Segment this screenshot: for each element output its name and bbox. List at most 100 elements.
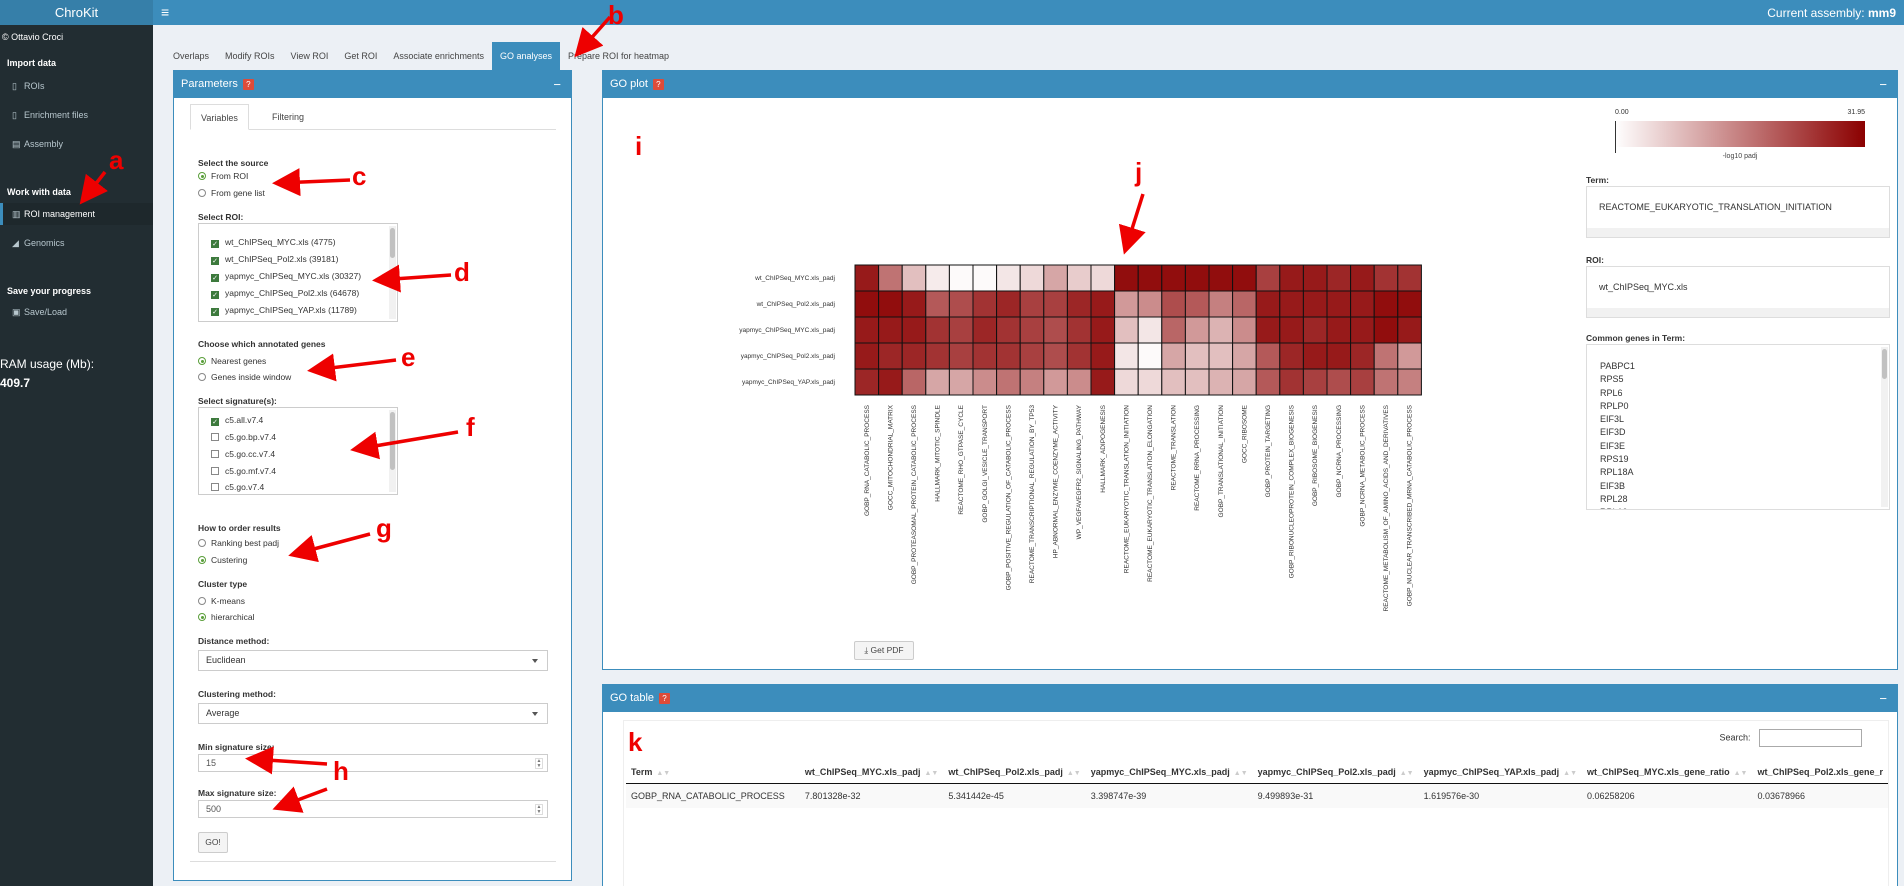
column-header[interactable]: yapmyc_ChIPSeq_Pol2.xls_padj ▲▼ xyxy=(1252,761,1419,784)
heatmap-cell[interactable] xyxy=(1184,290,1210,318)
tab-overlaps[interactable]: Overlaps xyxy=(165,42,217,70)
heatmap-cell[interactable] xyxy=(948,368,974,396)
go-button[interactable]: GO! xyxy=(198,832,228,853)
collapse-icon[interactable]: − xyxy=(1879,71,1887,98)
checkbox[interactable] xyxy=(211,450,219,458)
radio-selected[interactable] xyxy=(198,357,206,365)
heatmap-cell[interactable] xyxy=(1161,316,1186,344)
heatmap-cell[interactable] xyxy=(1161,342,1186,370)
genes-option-nearest[interactable]: Nearest genes xyxy=(198,356,266,366)
heatmap-cell[interactable] xyxy=(878,368,903,396)
genes-option-window[interactable]: Genes inside window xyxy=(198,372,291,382)
heatmap-cell[interactable] xyxy=(1114,316,1139,344)
sidebar-item-roi-management[interactable]: ▥ ROI management xyxy=(0,203,153,225)
heatmap-cell[interactable] xyxy=(1373,342,1399,370)
heatmap-cell[interactable] xyxy=(1350,290,1375,318)
heatmap-cell[interactable] xyxy=(854,316,880,344)
checkbox[interactable] xyxy=(211,483,219,491)
checkbox-checked[interactable]: ✓ xyxy=(211,418,219,426)
checkbox[interactable] xyxy=(211,467,219,475)
sort-icon[interactable]: ▲▼ xyxy=(1234,770,1248,777)
heatmap-cell[interactable] xyxy=(1137,290,1163,318)
heatmap-cell[interactable] xyxy=(996,264,1021,292)
heatmap-cell[interactable] xyxy=(878,290,903,318)
signature-scrollbar[interactable] xyxy=(389,410,396,492)
heatmap-cell[interactable] xyxy=(948,264,974,292)
spinner-icon[interactable]: ▲ ▼ xyxy=(535,804,543,815)
roi-scrollbar[interactable] xyxy=(389,226,396,319)
sort-icon[interactable]: ▲▼ xyxy=(1067,770,1081,777)
heatmap-cell[interactable] xyxy=(1326,290,1352,318)
radio-selected[interactable] xyxy=(198,172,206,180)
radio[interactable] xyxy=(198,539,206,547)
heatmap-cell[interactable] xyxy=(1279,264,1304,292)
scroll-thumb[interactable] xyxy=(1882,349,1887,379)
heatmap-cell[interactable] xyxy=(1302,264,1328,292)
heatmap-cell[interactable] xyxy=(1137,368,1163,396)
source-option-gene-list[interactable]: From gene list xyxy=(198,188,265,198)
radio[interactable] xyxy=(198,373,206,381)
table-row[interactable]: GOBP_RNA_CATABOLIC_PROCESS 7.801328e-32 … xyxy=(626,783,1888,808)
heatmap-cell[interactable] xyxy=(996,368,1021,396)
order-option-clustering[interactable]: Custering xyxy=(198,555,247,565)
radio[interactable] xyxy=(198,189,206,197)
heatmap-cell[interactable] xyxy=(901,316,927,344)
horizontal-scrollbar[interactable] xyxy=(1587,228,1889,237)
heatmap-cell[interactable] xyxy=(1066,316,1092,344)
heatmap-cell[interactable] xyxy=(1232,316,1257,344)
heatmap-cell[interactable] xyxy=(854,264,880,292)
sort-icon[interactable]: ▲▼ xyxy=(656,770,670,777)
heatmap-cell[interactable] xyxy=(1161,368,1186,396)
roi-item[interactable]: ✓ wt_ChIPSeq_MYC.xls (4775) xyxy=(211,237,336,248)
tab-modify-rois[interactable]: Modify ROIs xyxy=(217,42,283,70)
signature-listbox[interactable]: ✓ c5.all.v7.4 c5.go.bp.v7.4 c5.go.cc.v7.4… xyxy=(198,407,398,495)
heatmap-cell[interactable] xyxy=(1255,290,1281,318)
heatmap-cell[interactable] xyxy=(1066,342,1092,370)
heatmap-cell[interactable] xyxy=(996,342,1021,370)
heatmap-cell[interactable] xyxy=(1255,264,1281,292)
heatmap-cell[interactable] xyxy=(1208,264,1234,292)
heatmap-cell[interactable] xyxy=(1043,342,1068,370)
heatmap-cell[interactable] xyxy=(1255,342,1281,370)
column-header[interactable]: wt_ChIPSeq_Pol2.xls_padj ▲▼ xyxy=(943,761,1086,784)
heatmap-cell[interactable] xyxy=(901,342,927,370)
collapse-icon[interactable]: − xyxy=(553,71,561,98)
heatmap-cell[interactable] xyxy=(1208,368,1234,396)
heatmap-cell[interactable] xyxy=(1326,316,1352,344)
tab-get-roi[interactable]: Get ROI xyxy=(336,42,385,70)
heatmap-cell[interactable] xyxy=(854,368,880,396)
heatmap-cell[interactable] xyxy=(1043,316,1068,344)
heatmap-cell[interactable] xyxy=(996,290,1021,318)
scroll-thumb[interactable] xyxy=(390,228,395,258)
heatmap-cell[interactable] xyxy=(1090,316,1116,344)
cluster-option-kmeans[interactable]: K-means xyxy=(198,596,245,606)
roi-item[interactable]: ✓ yapmyc_ChIPSeq_YAP.xls (11789) xyxy=(211,305,357,316)
tab-associate-enrichments[interactable]: Associate enrichments xyxy=(385,42,492,70)
heatmap-cell[interactable] xyxy=(948,316,974,344)
heatmap-cell[interactable] xyxy=(1350,264,1375,292)
heatmap-cell[interactable] xyxy=(1397,342,1422,370)
heatmap-cell[interactable] xyxy=(1302,316,1328,344)
help-icon[interactable]: ? xyxy=(652,78,664,90)
heatmap-cell[interactable] xyxy=(1066,264,1092,292)
signature-item[interactable]: c5.go.bp.v7.4 xyxy=(211,432,276,442)
heatmap-cell[interactable] xyxy=(1043,264,1068,292)
checkbox-checked[interactable]: ✓ xyxy=(211,240,219,248)
heatmap-cell[interactable] xyxy=(996,316,1021,344)
heatmap-cell[interactable] xyxy=(1232,290,1257,318)
tab-view-roi[interactable]: View ROI xyxy=(283,42,337,70)
scroll-thumb[interactable] xyxy=(390,412,395,470)
signature-item[interactable]: c5.go.mf.v7.4 xyxy=(211,466,276,476)
sort-icon[interactable]: ▲▼ xyxy=(1400,770,1414,777)
heatmap-cell[interactable] xyxy=(925,290,950,318)
heatmap-cell[interactable] xyxy=(878,342,903,370)
heatmap-cell[interactable] xyxy=(1397,264,1422,292)
roi-item[interactable]: ✓ yapmyc_ChIPSeq_MYC.xls (30327) xyxy=(211,271,361,282)
signature-item[interactable]: c5.go.v7.4 xyxy=(211,482,264,492)
heatmap-cell[interactable] xyxy=(1090,264,1116,292)
heatmap-cell[interactable] xyxy=(1114,264,1139,292)
radio-selected[interactable] xyxy=(198,613,206,621)
heatmap-cell[interactable] xyxy=(878,316,903,344)
heatmap-cell[interactable] xyxy=(878,264,903,292)
heatmap-cell[interactable] xyxy=(1019,368,1045,396)
